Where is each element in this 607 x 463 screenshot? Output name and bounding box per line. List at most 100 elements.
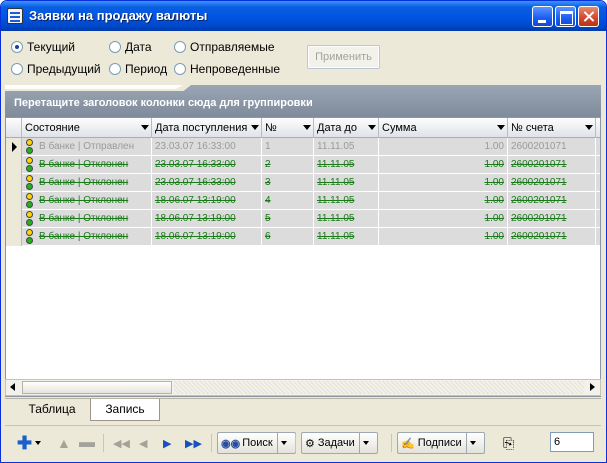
cell-account: 2600201071 (508, 138, 596, 156)
cell-account: 2600201071 (508, 174, 596, 192)
cell-received: 23.03.07 16:33:00 (152, 174, 262, 192)
prev-record-button[interactable]: ◀ (139, 432, 147, 454)
edit-button[interactable]: ▲ (57, 432, 71, 454)
scrollbar-thumb[interactable] (22, 381, 172, 394)
search-button-label: Поиск (242, 437, 273, 449)
next-record-button[interactable]: ▶ (163, 432, 171, 454)
cell-status: В банке | Отклонен (36, 228, 152, 246)
apply-button[interactable]: Применить (307, 45, 380, 69)
table-row[interactable]: В банке | Отклонен 18.06.07 13:19:00 4 1… (6, 192, 600, 210)
binoculars-icon: ◉◉ (221, 437, 241, 450)
cell-account: 2600201071 (508, 156, 596, 174)
first-record-button[interactable]: ◀◀ (113, 432, 130, 454)
cell-received: 23.03.07 16:33:00 (152, 138, 262, 156)
header-number[interactable]: № (262, 118, 314, 138)
radio-date[interactable]: Дата (109, 40, 152, 54)
radio-previous-dot[interactable] (11, 63, 23, 75)
header-account[interactable]: № счета (508, 118, 596, 138)
table-row[interactable]: В банке | Отклонен 18.06.07 13:19:00 5 1… (6, 210, 600, 228)
group-tab-highlight (5, 85, 183, 89)
bottom-toolbar: ✚ ▲ ▬ ◀◀ ◀ ▶ ▶▶ ◉◉ Поиск ⚙ Задачи ✍ Подп… (5, 425, 601, 459)
header-status[interactable]: Состояние (22, 118, 152, 138)
chevron-down-icon[interactable] (303, 125, 311, 130)
radio-outgoing[interactable]: Отправляемые (174, 40, 275, 54)
signatures-button-label: Подписи (417, 437, 462, 449)
radio-outgoing-label: Отправляемые (190, 40, 275, 54)
chevron-down-icon[interactable] (251, 125, 259, 130)
search-dropdown[interactable] (276, 433, 291, 453)
cell-status: В банке | Отклонен (36, 156, 152, 174)
last-record-button[interactable]: ▶▶ (185, 432, 202, 454)
toolbar-separator (211, 434, 212, 452)
close-button[interactable] (578, 6, 599, 27)
chevron-down-icon (281, 441, 288, 445)
cell-date-to: 11.11.05 (314, 156, 379, 174)
minus-icon: ▬ (79, 434, 95, 451)
chevron-down-icon[interactable] (368, 125, 376, 130)
tasks-dropdown[interactable] (358, 433, 373, 453)
table-row[interactable]: В банке | Отклонен 23.03.07 16:33:00 2 1… (6, 156, 600, 174)
radio-outgoing-dot[interactable] (174, 41, 186, 53)
radio-current-dot[interactable] (11, 41, 23, 53)
horizontal-scrollbar[interactable] (5, 379, 601, 396)
traffic-light-icon (26, 157, 34, 173)
window-title: Заявки на продажу валюты (29, 8, 208, 23)
cell-date-to: 11.11.05 (314, 138, 379, 156)
search-button[interactable]: ◉◉ Поиск (217, 432, 296, 454)
cell-date-to: 11.11.05 (314, 192, 379, 210)
chevron-down-icon (470, 441, 477, 445)
scroll-left-icon[interactable] (6, 380, 21, 395)
orders-grid[interactable]: Состояние Дата поступления № Дата до Сум… (5, 117, 601, 397)
header-amount[interactable]: Сумма (379, 118, 508, 138)
signatures-dropdown[interactable] (465, 433, 480, 453)
traffic-light-icon (26, 229, 34, 245)
scroll-right-icon[interactable] (585, 380, 600, 395)
header-status-label: Состояние (25, 122, 80, 134)
table-row[interactable]: В банке | Отправлен 23.03.07 16:33:00 1 … (6, 138, 600, 156)
row-indicator (6, 174, 22, 192)
chevron-down-icon (363, 441, 370, 445)
signature-icon: ✍ (401, 437, 415, 450)
current-row-arrow-icon (12, 142, 17, 152)
cell-number: 4 (262, 192, 314, 210)
traffic-light-icon (26, 193, 34, 209)
cell-amount: 1.00 (379, 210, 508, 228)
toolbar-separator (391, 434, 392, 452)
maximize-button[interactable] (555, 6, 576, 27)
chevron-down-icon[interactable] (497, 125, 505, 130)
scrollbar-track[interactable] (174, 381, 584, 394)
cell-account: 2600201071 (508, 210, 596, 228)
cell-number: 2 (262, 156, 314, 174)
header-date-to[interactable]: Дата до (314, 118, 379, 138)
add-button[interactable]: ✚ (17, 432, 42, 454)
table-row[interactable]: В банке | Отклонен 23.03.07 16:33:00 3 1… (6, 174, 600, 192)
chevron-down-icon[interactable] (585, 125, 593, 130)
radio-period-dot[interactable] (109, 63, 121, 75)
header-number-label: № (265, 122, 277, 134)
radio-unposted[interactable]: Непроведенные (174, 62, 280, 76)
tab-table[interactable]: Таблица (16, 399, 88, 420)
export-button[interactable]: ⎘ (503, 432, 514, 454)
chevron-down-icon[interactable] (141, 125, 149, 130)
table-row[interactable]: В банке | Отклонен 18.06.07 13:19:00 6 1… (6, 228, 600, 246)
cell-number: 6 (262, 228, 314, 246)
radio-period[interactable]: Период (109, 62, 167, 76)
row-indicator (6, 156, 22, 174)
title-bar[interactable]: Заявки на продажу валюты (1, 1, 606, 31)
signatures-button[interactable]: ✍ Подписи (397, 432, 485, 454)
header-account-label: № счета (511, 122, 554, 134)
group-by-area[interactable]: Перетащите заголовок колонки сюда для гр… (5, 85, 601, 117)
radio-date-dot[interactable] (109, 41, 121, 53)
tasks-button[interactable]: ⚙ Задачи (301, 432, 378, 454)
chevron-down-icon[interactable] (35, 441, 42, 445)
radio-unposted-label: Непроведенные (190, 62, 281, 76)
minimize-button[interactable] (532, 6, 553, 27)
radio-previous[interactable]: Предыдущий (11, 62, 101, 76)
radio-current[interactable]: Текущий (11, 40, 75, 54)
tab-record[interactable]: Запись (90, 399, 160, 421)
radio-unposted-dot[interactable] (174, 63, 186, 75)
header-received-label: Дата поступления (155, 122, 248, 134)
header-received[interactable]: Дата поступления (152, 118, 262, 138)
view-tabs: Таблица Запись (5, 398, 601, 421)
delete-button[interactable]: ▬ (79, 432, 95, 454)
